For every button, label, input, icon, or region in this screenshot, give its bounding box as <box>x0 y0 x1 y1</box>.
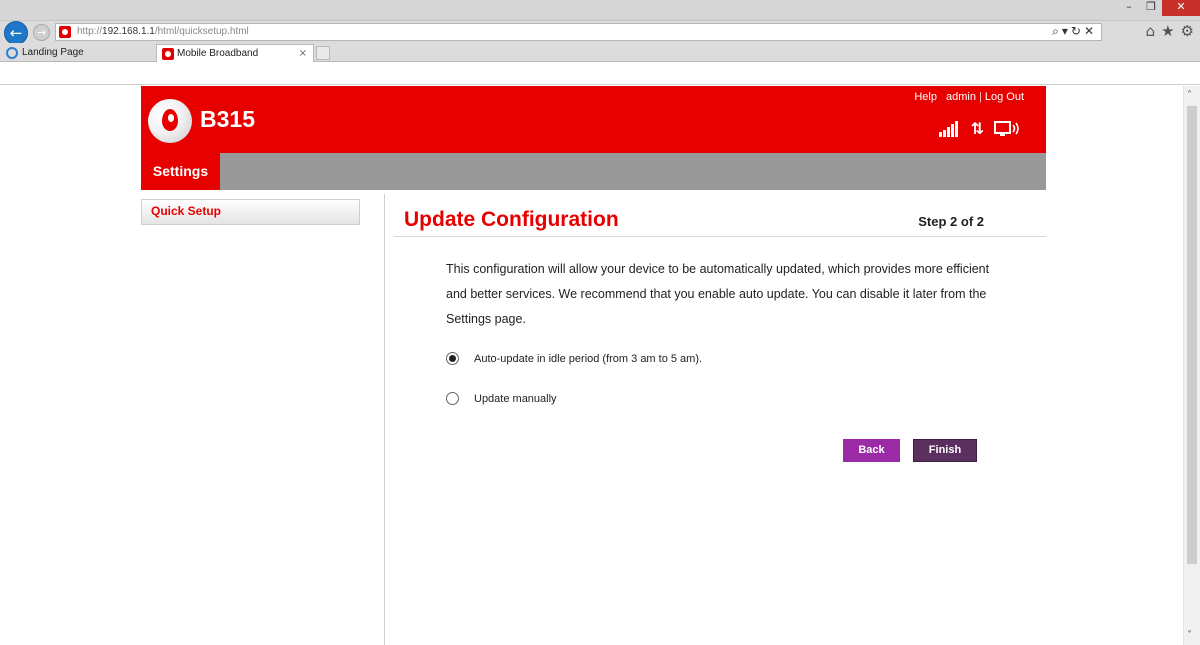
vodafone-logo <box>148 99 192 143</box>
logout-link[interactable]: Log Out <box>985 91 1024 103</box>
dropdown-icon[interactable]: ▾ <box>1062 24 1071 38</box>
auto-update-radio[interactable] <box>446 352 459 365</box>
close-window-button[interactable]: ✕ <box>1162 0 1200 16</box>
signal-icon <box>938 121 961 137</box>
help-link[interactable]: Help <box>914 91 937 103</box>
vodafone-speechmark-icon <box>162 109 178 131</box>
vodafone-favicon-icon <box>162 48 174 60</box>
arrow-left-icon: ← <box>9 24 23 42</box>
back-button[interactable]: Back <box>843 439 900 462</box>
device-model: B315 <box>200 106 255 132</box>
user-link[interactable]: admin <box>946 91 976 103</box>
maximize-button[interactable]: ❐ <box>1140 0 1162 16</box>
navigation-bar: ← → http://192.168.1.1/html/quicksetup.h… <box>0 21 1200 45</box>
scroll-thumb[interactable] <box>1187 106 1197 564</box>
site-favicon <box>59 26 71 38</box>
vertical-scrollbar[interactable]: ˄ ˅ <box>1183 86 1200 645</box>
scroll-up-icon[interactable]: ˄ <box>1187 90 1192 101</box>
tab-label: Mobile Broadband <box>177 48 259 59</box>
link-separator: | <box>979 91 982 103</box>
settings-gear-icon[interactable]: ⚙ <box>1181 22 1194 40</box>
favorites-star-icon[interactable]: ★ <box>1161 22 1174 40</box>
content-divider <box>384 194 385 645</box>
status-icons: ⇅ <box>938 119 1020 138</box>
address-tools: ⌕▾↻✕ <box>1052 24 1097 39</box>
tab-mobile-broadband[interactable]: Mobile Broadband × <box>156 44 314 62</box>
option-auto-update[interactable]: Auto-update in idle period (from 3 am to… <box>446 352 702 365</box>
header-links: Help admin | Log Out <box>914 91 1024 103</box>
main-menu: Settings <box>141 153 1046 190</box>
tab-label: Landing Page <box>22 47 84 58</box>
arrow-right-icon: → <box>36 26 47 39</box>
refresh-icon[interactable]: ↻ <box>1071 24 1084 38</box>
update-manually-label: Update manually <box>474 392 557 405</box>
page-title: Update Configuration <box>404 208 619 231</box>
title-divider <box>394 236 1046 237</box>
minimize-button[interactable]: – <box>1118 0 1140 16</box>
finish-button[interactable]: Finish <box>913 439 977 462</box>
auto-update-label: Auto-update in idle period (from 3 am to… <box>474 352 703 365</box>
home-icon[interactable]: ⌂ <box>1146 22 1156 40</box>
router-page: B315 Help admin | Log Out ⇅ Settings Qui… <box>141 86 1046 645</box>
search-icon[interactable]: ⌕ <box>1052 24 1062 38</box>
scroll-down-icon[interactable]: ˅ <box>1187 630 1192 641</box>
description-text: This configuration will allow your devic… <box>446 262 990 326</box>
tab-strip: Landing Page Mobile Broadband × <box>0 43 1200 62</box>
back-button[interactable]: ← <box>4 21 28 45</box>
device-connection-icon <box>994 121 1019 136</box>
window-titlebar: – ❐ ✕ <box>0 0 1200 21</box>
window-controls: – ❐ ✕ <box>1118 0 1200 16</box>
data-transfer-icon: ⇅ <box>970 119 984 138</box>
browser-toolbar: ⌂ ★ ⚙ <box>1146 22 1194 40</box>
command-bar <box>0 62 1200 85</box>
step-indicator: Step 2 of 2 <box>918 214 984 229</box>
menu-item-settings[interactable]: Settings <box>141 153 220 190</box>
new-tab-button[interactable] <box>316 46 330 60</box>
sidebar-item-quick-setup[interactable]: Quick Setup <box>141 199 360 225</box>
close-icon[interactable]: ✕ <box>1084 24 1097 38</box>
brand-header: B315 Help admin | Log Out ⇅ <box>141 86 1046 153</box>
option-update-manually[interactable]: Update manually <box>446 392 557 405</box>
address-bar[interactable]: http://192.168.1.1/html/quicksetup.html … <box>55 23 1102 41</box>
internet-explorer-icon <box>6 47 18 59</box>
update-manually-radio[interactable] <box>446 392 459 405</box>
tab-close-icon[interactable]: × <box>299 45 307 62</box>
forward-button[interactable]: → <box>33 24 50 41</box>
link-separator <box>940 91 943 103</box>
browser-chrome: – ❐ ✕ ← → http://192.168.1.1/html/quicks… <box>0 0 1200 86</box>
url-text: http://192.168.1.1/html/quicksetup.html <box>77 26 249 37</box>
tab-landing-page[interactable]: Landing Page <box>2 44 154 62</box>
